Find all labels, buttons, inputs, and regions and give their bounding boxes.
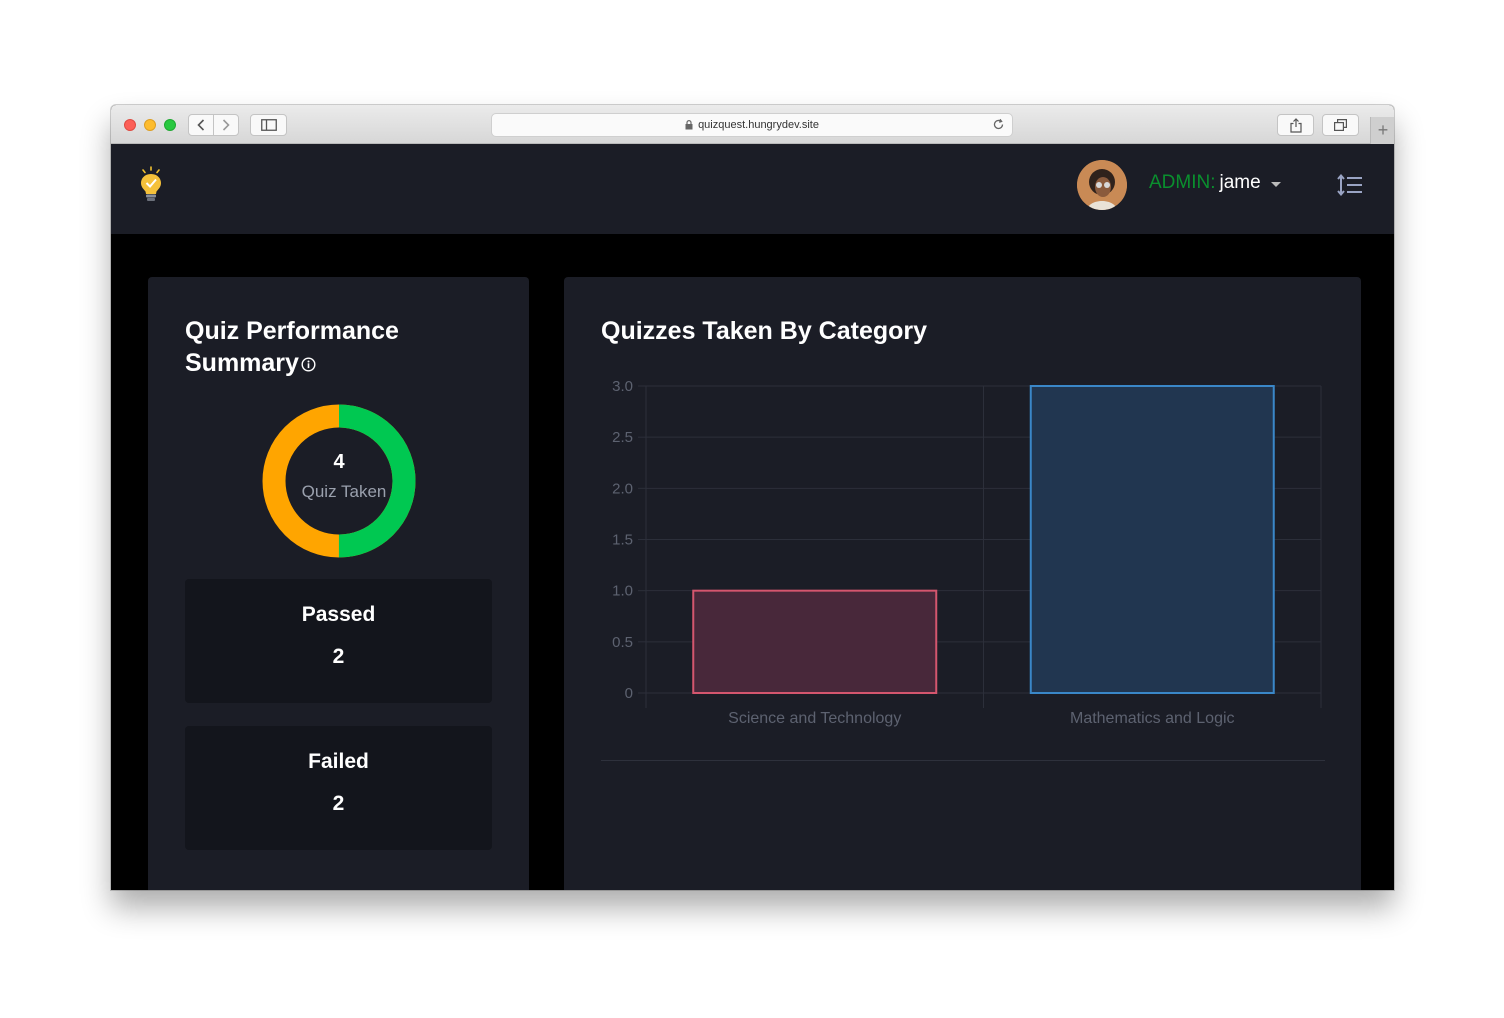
address-bar[interactable]: quizquest.hungrydev.site — [491, 113, 1013, 137]
sidebar-icon — [260, 119, 277, 131]
user-name: jame — [1219, 172, 1261, 193]
user-menu-toggle[interactable]: ADMIN: jame — [1149, 172, 1281, 194]
y-tick-label: 0 — [625, 685, 633, 702]
y-tick-label: 1.5 — [612, 532, 633, 549]
reload-icon[interactable] — [992, 118, 1005, 131]
passed-value: 2 — [332, 645, 345, 668]
zoom-window-button[interactable] — [164, 119, 176, 131]
address-url: quizquest.hungrydev.site — [698, 119, 819, 131]
caret-down-icon — [1270, 181, 1281, 187]
performance-title: Quiz Performance Summary — [185, 315, 485, 379]
failed-value: 2 — [332, 792, 345, 815]
failed-stat-card: Failed 2 — [185, 726, 492, 850]
new-tab-button[interactable]: + — [1370, 117, 1394, 144]
browser-toolbar: quizquest.hungrydev.site + — [111, 105, 1394, 144]
tabs-icon — [1334, 119, 1347, 131]
back-button[interactable] — [188, 114, 214, 136]
chevron-left-icon — [197, 119, 205, 131]
y-tick-label: 2.0 — [612, 480, 633, 497]
category-chart-card: Quizzes Taken By Category 3.0 2.5 2.0 1.5 1.… — [564, 277, 1361, 890]
close-window-button[interactable] — [124, 119, 136, 131]
info-icon[interactable] — [301, 357, 316, 372]
y-tick-label: 0.5 — [612, 634, 633, 651]
share-icon — [1289, 117, 1302, 133]
category-bar-chart: 3.0 2.5 2.0 1.5 1.0 0.5 0 Science and Technolog… — [612, 378, 1322, 727]
passed-label: Passed — [301, 603, 376, 626]
minimize-window-button[interactable] — [144, 119, 156, 131]
sort-list-icon[interactable] — [1337, 174, 1363, 196]
chart-divider — [601, 760, 1325, 761]
quiz-performance-card: Quiz Performance Summary 4 Quiz Taken Pa… — [148, 277, 529, 890]
share-button[interactable] — [1277, 114, 1314, 136]
lightbulb-logo-icon[interactable] — [138, 166, 164, 204]
donut-svg — [262, 404, 416, 558]
quiz-donut-chart: 4 Quiz Taken — [261, 403, 417, 559]
x-tick-label: Mathematics and Logic — [1070, 710, 1235, 727]
sidebar-toggle-button[interactable] — [250, 114, 287, 136]
chevron-right-icon — [222, 119, 230, 131]
forward-button[interactable] — [213, 114, 239, 136]
app-header: ADMIN: jame — [111, 144, 1394, 234]
bar-2 — [1029, 385, 1275, 694]
dashboard-content: Quiz Performance Summary 4 Quiz Taken Pa… — [111, 234, 1394, 890]
lock-icon — [685, 120, 693, 130]
performance-title-text: Quiz Performance Summary — [185, 317, 399, 377]
browser-window: quizquest.hungrydev.site + ADMIN: jame Q… — [111, 105, 1394, 890]
bar-1 — [692, 589, 938, 694]
donut-label: Quiz Taken — [301, 482, 387, 501]
user-role-label: ADMIN: — [1149, 172, 1216, 193]
y-tick-label: 3.0 — [612, 378, 633, 395]
x-tick-label: Science and Technology — [728, 710, 901, 727]
y-tick-label: 2.5 — [612, 429, 633, 446]
y-tick-label: 1.0 — [612, 583, 633, 600]
user-avatar[interactable] — [1077, 160, 1127, 210]
tabs-overview-button[interactable] — [1322, 114, 1359, 136]
avatar-image — [1077, 160, 1127, 210]
failed-label: Failed — [308, 750, 369, 773]
donut-count: 4 — [333, 451, 345, 473]
passed-stat-card: Passed 2 — [185, 579, 492, 703]
